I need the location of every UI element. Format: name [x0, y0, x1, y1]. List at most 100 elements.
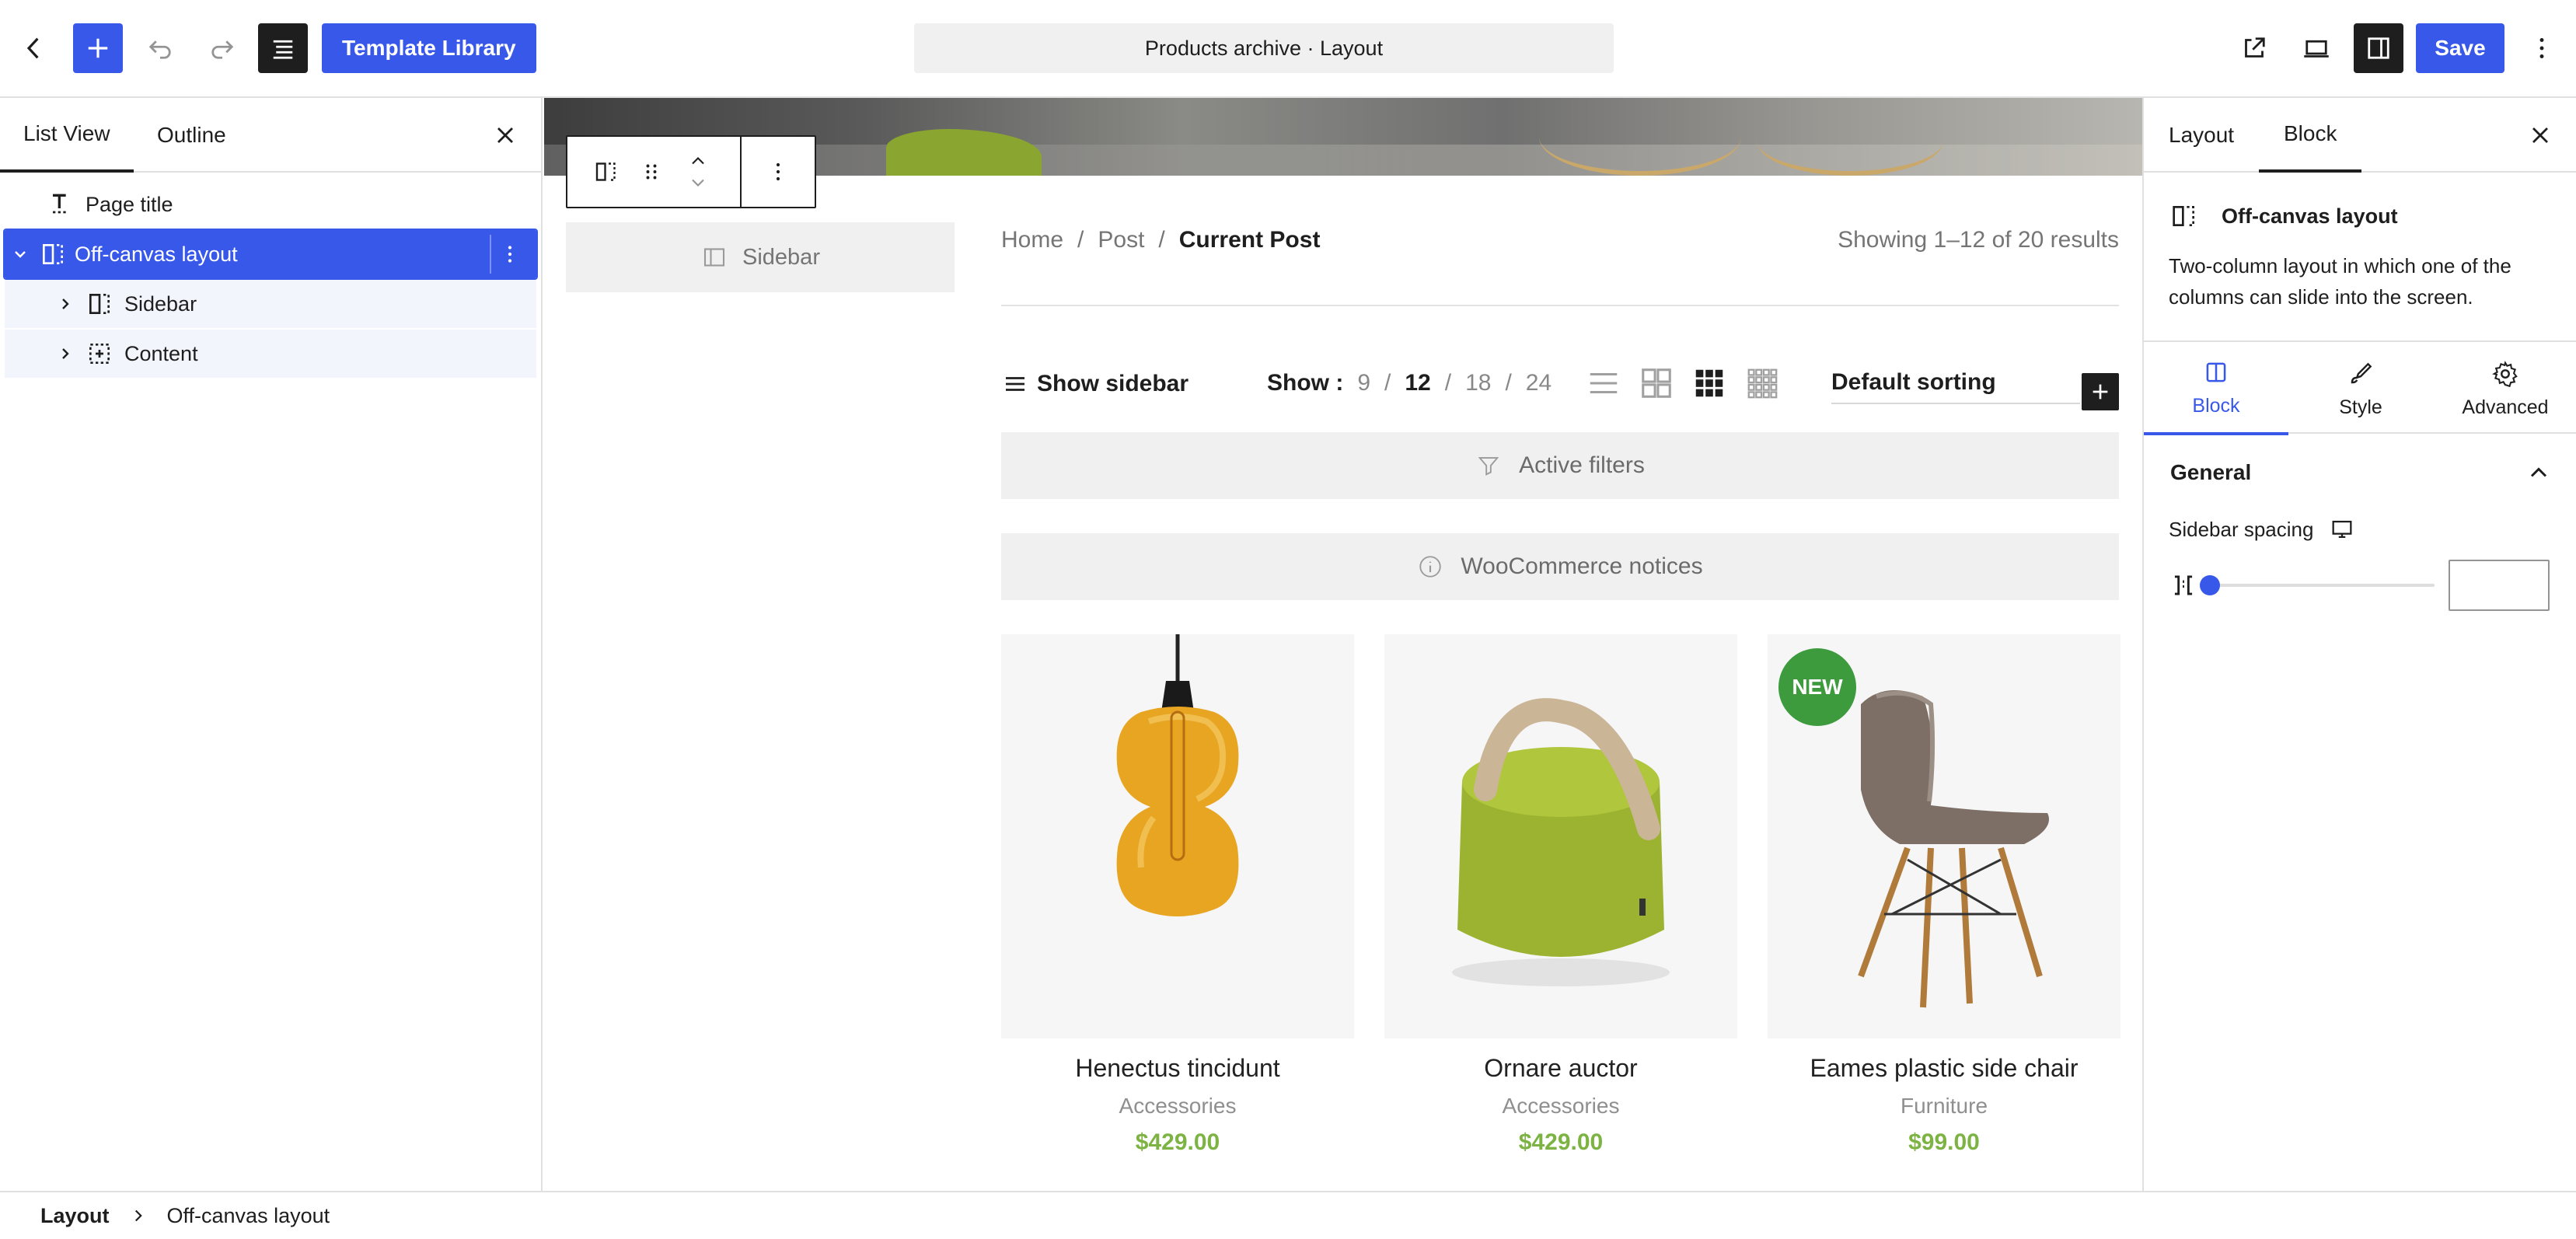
template-library-button[interactable]: Template Library — [322, 23, 536, 73]
tab-outline[interactable]: Outline — [134, 98, 250, 173]
undo-button[interactable] — [135, 23, 185, 73]
sidebar-spacing-input[interactable] — [2449, 560, 2550, 611]
page-title-icon — [44, 187, 78, 222]
inspector-top-tabs: Layout Block — [2144, 98, 2576, 173]
sidebar-spacing-text: Sidebar spacing — [2169, 517, 2314, 541]
move-block-controls[interactable] — [673, 137, 723, 207]
tab-style[interactable]: Style — [2288, 342, 2433, 435]
sidebar-toggle-icon — [2368, 37, 2389, 59]
more-vertical-icon — [776, 162, 780, 181]
block-toolbar — [566, 135, 816, 208]
document-overview-button[interactable] — [258, 23, 308, 73]
product-image[interactable] — [1001, 634, 1354, 1038]
tab-label: Block — [2192, 394, 2240, 417]
close-icon — [2532, 127, 2548, 143]
list-layout-icon[interactable] — [1586, 365, 1621, 401]
tree-item-content[interactable]: Content — [5, 330, 536, 378]
block-card: Off-canvas layout Two-column layout in w… — [2169, 201, 2557, 312]
tree-item-label: Page title — [86, 192, 173, 216]
options-button[interactable] — [2517, 23, 2567, 73]
product-card[interactable]: Henectus tincidunt Accessories $429.00 — [1001, 634, 1354, 1156]
woocommerce-notices-label: WooCommerce notices — [1461, 553, 1703, 579]
grid-4-icon[interactable] — [1744, 365, 1780, 401]
tree-item-page-title[interactable]: Page title — [5, 180, 536, 229]
chevron-down-icon[interactable] — [5, 239, 36, 270]
active-filters-label: Active filters — [1519, 452, 1645, 478]
desktop-icon[interactable] — [2329, 516, 2355, 543]
tree-item-sidebar[interactable]: Sidebar — [5, 280, 536, 328]
undo-icon — [148, 40, 171, 59]
editor-canvas: Sidebar Home / Post / Current Post Showi… — [544, 98, 2142, 1191]
per-page-label: Show : — [1267, 370, 1344, 396]
off-canvas-icon — [2173, 206, 2194, 226]
product-card[interactable]: Ornare auctor Accessories $429.00 — [1384, 634, 1737, 1156]
product-card[interactable]: NEW Eames plastic side chair Furniture $… — [1768, 634, 2120, 1156]
block-breadcrumb-footer: Layout Off-canvas layout — [0, 1191, 2576, 1239]
grid-3-icon[interactable] — [1691, 365, 1727, 401]
chevron-down-icon[interactable] — [687, 172, 709, 194]
tab-block[interactable]: Block — [2259, 98, 2362, 173]
breadcrumb: Home / Post / Current Post — [1001, 227, 1321, 253]
product-category[interactable]: Accessories — [1384, 1094, 1737, 1119]
footer-crumb-layout[interactable]: Layout — [40, 1204, 110, 1228]
tab-layout[interactable]: Layout — [2144, 98, 2259, 173]
tree-item-off-canvas-layout[interactable]: Off-canvas layout — [3, 229, 538, 280]
view-page-button[interactable] — [2229, 23, 2279, 73]
block-type-button[interactable] — [583, 137, 630, 207]
per-page-option-24[interactable]: 24 — [1526, 370, 1552, 396]
redo-button[interactable] — [197, 23, 247, 73]
sidebar-spacing-slider-track[interactable] — [2209, 584, 2435, 587]
sorting-select[interactable]: Default sorting — [1831, 362, 2080, 404]
product-category[interactable]: Accessories — [1001, 1094, 1354, 1119]
per-page-option-9[interactable]: 9 — [1357, 370, 1370, 396]
add-block-inline-button[interactable] — [2082, 373, 2119, 410]
chevron-right-icon[interactable] — [50, 288, 81, 319]
left-panel-tabs: List View Outline — [0, 98, 541, 173]
grid-view-switcher — [1586, 365, 1780, 401]
show-sidebar-button[interactable]: Show sidebar — [1001, 370, 1189, 398]
block-options-button[interactable] — [490, 235, 529, 274]
product-category[interactable]: Furniture — [1768, 1094, 2120, 1119]
drag-handle[interactable] — [630, 137, 673, 207]
general-panel-title: General — [2170, 460, 2252, 484]
footer-crumb-off-canvas[interactable]: Off-canvas layout — [167, 1204, 330, 1228]
gear-icon — [2492, 360, 2518, 387]
product-image[interactable] — [1384, 634, 1737, 1038]
block-description: Two-column layout in which one of the co… — [2169, 254, 2511, 309]
sidebar-placeholder[interactable]: Sidebar — [566, 222, 955, 292]
per-page-option-18[interactable]: 18 — [1465, 370, 1491, 396]
general-panel-toggle[interactable]: General — [2144, 435, 2576, 510]
active-filters-placeholder[interactable]: Active filters — [1001, 432, 2119, 499]
green-pouf-image — [1452, 698, 1670, 986]
per-page-option-12[interactable]: 12 — [1405, 370, 1430, 396]
block-more-options-button[interactable] — [740, 137, 815, 207]
product-image[interactable]: NEW — [1768, 634, 2120, 1038]
device-preview-button[interactable] — [2292, 23, 2341, 73]
woocommerce-notices-placeholder[interactable]: WooCommerce notices — [1001, 533, 2119, 600]
save-button[interactable]: Save — [2416, 23, 2504, 73]
close-list-view-button[interactable] — [485, 115, 525, 155]
product-price: $429.00 — [1518, 1129, 1604, 1155]
settings-toggle-button[interactable] — [2354, 23, 2403, 73]
close-settings-button[interactable] — [2520, 115, 2560, 155]
product-name[interactable]: Ornare auctor — [1384, 1054, 1737, 1083]
breadcrumb-post[interactable]: Post — [1098, 227, 1144, 253]
laptop-icon — [2304, 40, 2329, 58]
back-button[interactable] — [9, 23, 59, 73]
tab-list-view[interactable]: List View — [0, 98, 134, 173]
info-icon — [1419, 556, 1442, 578]
product-name[interactable]: Eames plastic side chair — [1768, 1054, 2120, 1083]
grid-2-icon[interactable] — [1639, 365, 1674, 401]
chevron-right-icon[interactable] — [50, 338, 81, 369]
tab-advanced[interactable]: Advanced — [2433, 342, 2576, 435]
chevron-up-icon[interactable] — [687, 150, 709, 172]
document-title-bar[interactable]: Products archive · Layout — [914, 23, 1614, 73]
filter-icon — [1478, 457, 1499, 476]
tab-block-settings[interactable]: Block — [2144, 342, 2288, 435]
product-name[interactable]: Henectus tincidunt — [1001, 1054, 1354, 1083]
sidebar-spacing-slider-thumb[interactable] — [2200, 575, 2220, 595]
breadcrumb-current: Current Post — [1178, 227, 1321, 253]
add-block-button[interactable] — [73, 23, 123, 73]
tree-item-label: Sidebar — [124, 291, 197, 316]
breadcrumb-home[interactable]: Home — [1001, 227, 1063, 253]
